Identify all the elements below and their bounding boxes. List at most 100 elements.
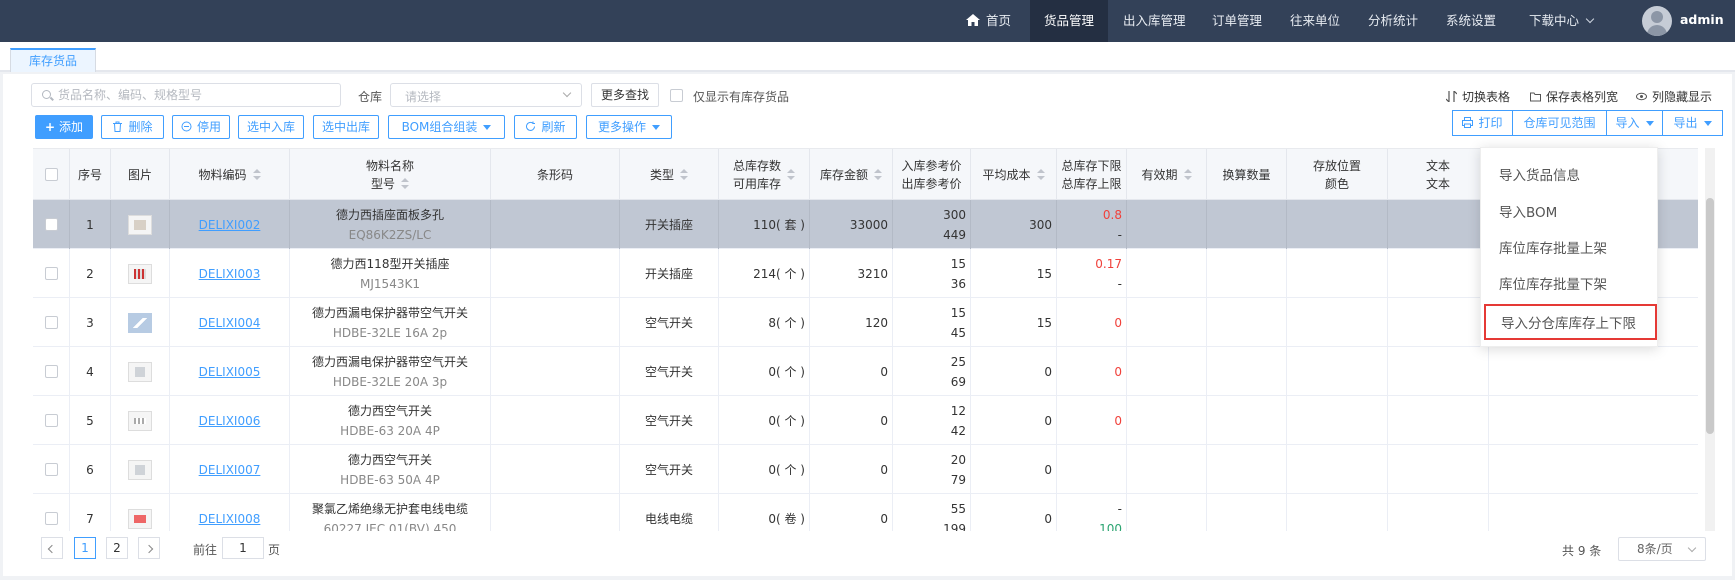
row-checkbox[interactable] — [44, 512, 58, 525]
product-thumbnail[interactable] — [128, 361, 152, 382]
row-checkbox[interactable] — [44, 365, 58, 378]
row-checkbox[interactable] — [44, 267, 58, 280]
username[interactable]: admin — [1680, 0, 1724, 40]
col-type[interactable]: 类型 — [620, 149, 719, 200]
nav-download-center[interactable]: 下载中心 — [1529, 0, 1595, 42]
table-row[interactable]: 2 DELIXI003 德力西118型开关插座 MJ1543K1 开关插座 214( 个 … — [33, 249, 1698, 298]
nav-orders[interactable]: 订单管理 — [1212, 0, 1262, 42]
sort-icon[interactable] — [787, 168, 795, 181]
menu-batch-unshelve[interactable]: 库位库存批量下架 — [1481, 267, 1659, 303]
product-thumbnail[interactable] — [128, 508, 152, 529]
table-row[interactable]: 4 DELIXI005 德力西漏电保护器带空气开关 HDBE-32LE 20A 3p 空… — [33, 347, 1698, 396]
delete-button[interactable]: 删除 — [101, 115, 164, 139]
sort-icon[interactable] — [1183, 169, 1192, 181]
warehouse-select[interactable]: 请选择 — [390, 83, 582, 107]
product-thumbnail[interactable] — [128, 312, 152, 333]
col-expiry[interactable]: 有效期 — [1127, 149, 1207, 200]
col-avg-cost[interactable]: 平均成本 — [971, 149, 1057, 200]
export-button[interactable]: 导出 — [1662, 110, 1723, 136]
row-checkbox[interactable] — [44, 463, 58, 476]
search-input[interactable] — [58, 86, 328, 104]
cell-avg-cost: 0 — [971, 445, 1057, 494]
col-code[interactable]: 物料编码 — [170, 149, 290, 200]
col-name[interactable]: 物料名称 型号 — [290, 149, 491, 200]
scrollbar-thumb[interactable] — [1706, 198, 1714, 434]
table-row[interactable]: 1 DELIXI002 德力西插座面板多孔 EQ86K2ZS/LC 开关插座 110( 套… — [33, 200, 1698, 249]
row-index: 7 — [86, 511, 94, 526]
next-page-button[interactable] — [138, 537, 160, 559]
material-name: 德力西118型开关插座 — [330, 256, 450, 271]
prev-page-button[interactable] — [41, 537, 63, 559]
material-code-link[interactable]: DELIXI005 — [199, 362, 261, 382]
product-thumbnail[interactable] — [128, 410, 152, 431]
cell-expiry — [1127, 249, 1207, 298]
page-2-button[interactable]: 2 — [106, 537, 128, 559]
warehouse-scope-button[interactable]: 仓库可见范围 — [1512, 110, 1607, 136]
avatar[interactable] — [1642, 6, 1672, 36]
only-stock-checkbox[interactable] — [670, 89, 683, 102]
goto-page-input[interactable]: 1 — [222, 537, 264, 559]
page-1-button[interactable]: 1 — [74, 537, 96, 559]
bom-assembly-button[interactable]: BOM组合组装 — [388, 115, 505, 139]
sort-icon[interactable] — [680, 169, 688, 181]
more-search-button[interactable]: 更多查找 — [591, 83, 659, 107]
sort-icon[interactable] — [1036, 169, 1045, 181]
select-stock-out-button[interactable]: 选中出库 — [313, 115, 379, 139]
menu-batch-shelve[interactable]: 库位库存批量上架 — [1481, 231, 1659, 267]
product-thumbnail[interactable] — [128, 214, 152, 235]
col-text1-label: 文本 — [1425, 158, 1450, 173]
material-code-link[interactable]: DELIXI004 — [199, 313, 261, 333]
search-box[interactable] — [31, 83, 341, 107]
nav-home[interactable]: 首页 — [966, 0, 1011, 42]
cell-image — [111, 249, 170, 298]
row-checkbox[interactable] — [44, 218, 58, 231]
sort-icon[interactable] — [252, 169, 261, 181]
table-row[interactable]: 5 DELIXI006 德力西空气开关 HDBE-63 20A 4P 空气开关 0( 个 … — [33, 396, 1698, 445]
vertical-scrollbar[interactable] — [1705, 148, 1715, 531]
table-row[interactable]: 6 DELIXI007 德力西空气开关 HDBE-63 50A 4P 空气开关 0( 个 … — [33, 445, 1698, 494]
material-code-link[interactable]: DELIXI008 — [199, 509, 261, 529]
add-button[interactable]: + 添加 — [35, 115, 93, 139]
tab-inventory-goods[interactable]: 库存货品 — [10, 48, 96, 72]
nav-stock-in-out[interactable]: 出入库管理 — [1123, 0, 1186, 42]
menu-import-warehouse-limits[interactable]: 导入分仓库库存上下限 — [1484, 304, 1657, 340]
material-code-link[interactable]: DELIXI007 — [199, 460, 261, 480]
sort-icon[interactable] — [401, 178, 409, 190]
material-code-link[interactable]: DELIXI003 — [199, 264, 261, 284]
row-checkbox[interactable] — [44, 414, 58, 427]
cell-stock: 0( 个 ) — [719, 347, 810, 396]
product-thumbnail[interactable] — [128, 459, 152, 480]
menu-import-goods[interactable]: 导入货品信息 — [1481, 158, 1659, 194]
material-code-link[interactable]: DELIXI002 — [199, 215, 261, 235]
import-button[interactable]: 导入 — [1606, 110, 1663, 136]
disable-button[interactable]: 停用 — [172, 115, 230, 139]
refresh-button[interactable]: 刷新 — [514, 115, 577, 139]
row-checkbox[interactable] — [44, 316, 58, 329]
sort-icon[interactable] — [874, 169, 882, 181]
table-row[interactable]: 3 DELIXI004 德力西漏电保护器带空气开关 HDBE-32LE 16A 2p 空… — [33, 298, 1698, 347]
cell-index: 6 — [70, 445, 111, 494]
column-toggle-link[interactable]: 列隐藏显示 — [1636, 88, 1712, 105]
col-amount[interactable]: 库存金额 — [810, 149, 893, 200]
more-actions-button[interactable]: 更多操作 — [586, 115, 672, 139]
switch-table-link[interactable]: 切换表格 — [1446, 88, 1510, 105]
cell-index: 7 — [70, 494, 111, 531]
menu-import-bom[interactable]: 导入BOM — [1481, 195, 1659, 231]
cell-code: DELIXI007 — [170, 445, 290, 494]
header-select-all[interactable] — [33, 149, 70, 200]
nav-settings[interactable]: 系统设置 — [1446, 0, 1496, 42]
stock-amount: 120 — [865, 315, 888, 330]
nav-partners[interactable]: 往来单位 — [1290, 0, 1340, 42]
select-all-checkbox[interactable] — [44, 168, 58, 181]
save-widths-link[interactable]: 保存表格列宽 — [1530, 88, 1618, 105]
nav-goods-management[interactable]: 货品管理 — [1030, 0, 1108, 42]
product-thumbnail[interactable] — [128, 263, 152, 284]
print-button[interactable]: 打印 — [1452, 110, 1513, 136]
col-stock[interactable]: 总库存数 可用库存 — [719, 149, 810, 200]
cell-prices: 15 45 — [893, 298, 971, 347]
select-stock-in-button[interactable]: 选中入库 — [238, 115, 304, 139]
nav-analytics[interactable]: 分析统计 — [1368, 0, 1418, 42]
page-size-select[interactable]: 8条/页 — [1618, 537, 1706, 561]
material-code-link[interactable]: DELIXI006 — [199, 411, 261, 431]
table-row[interactable]: 7 DELIXI008 聚氯乙烯绝缘无护套电线电缆 60227 IEC 01(BV) … — [33, 494, 1698, 531]
